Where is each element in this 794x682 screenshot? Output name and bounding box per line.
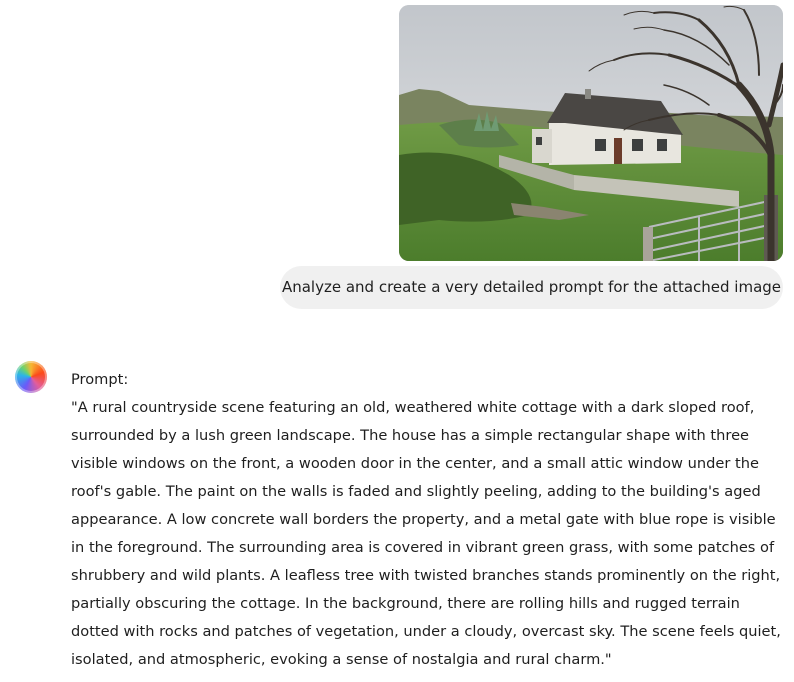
user-message-bubble: Analyze and create a very detailed promp… <box>280 266 783 309</box>
response-heading: Prompt: <box>71 371 129 388</box>
assistant-response: Prompt: "A rural countryside scene featu… <box>71 366 787 674</box>
response-body: "A rural countryside scene featuring an … <box>71 399 781 668</box>
cottage-photo <box>399 5 783 261</box>
attached-image[interactable] <box>399 5 783 261</box>
user-message-text: Analyze and create a very detailed promp… <box>281 278 782 296</box>
assistant-avatar-icon <box>15 361 47 393</box>
